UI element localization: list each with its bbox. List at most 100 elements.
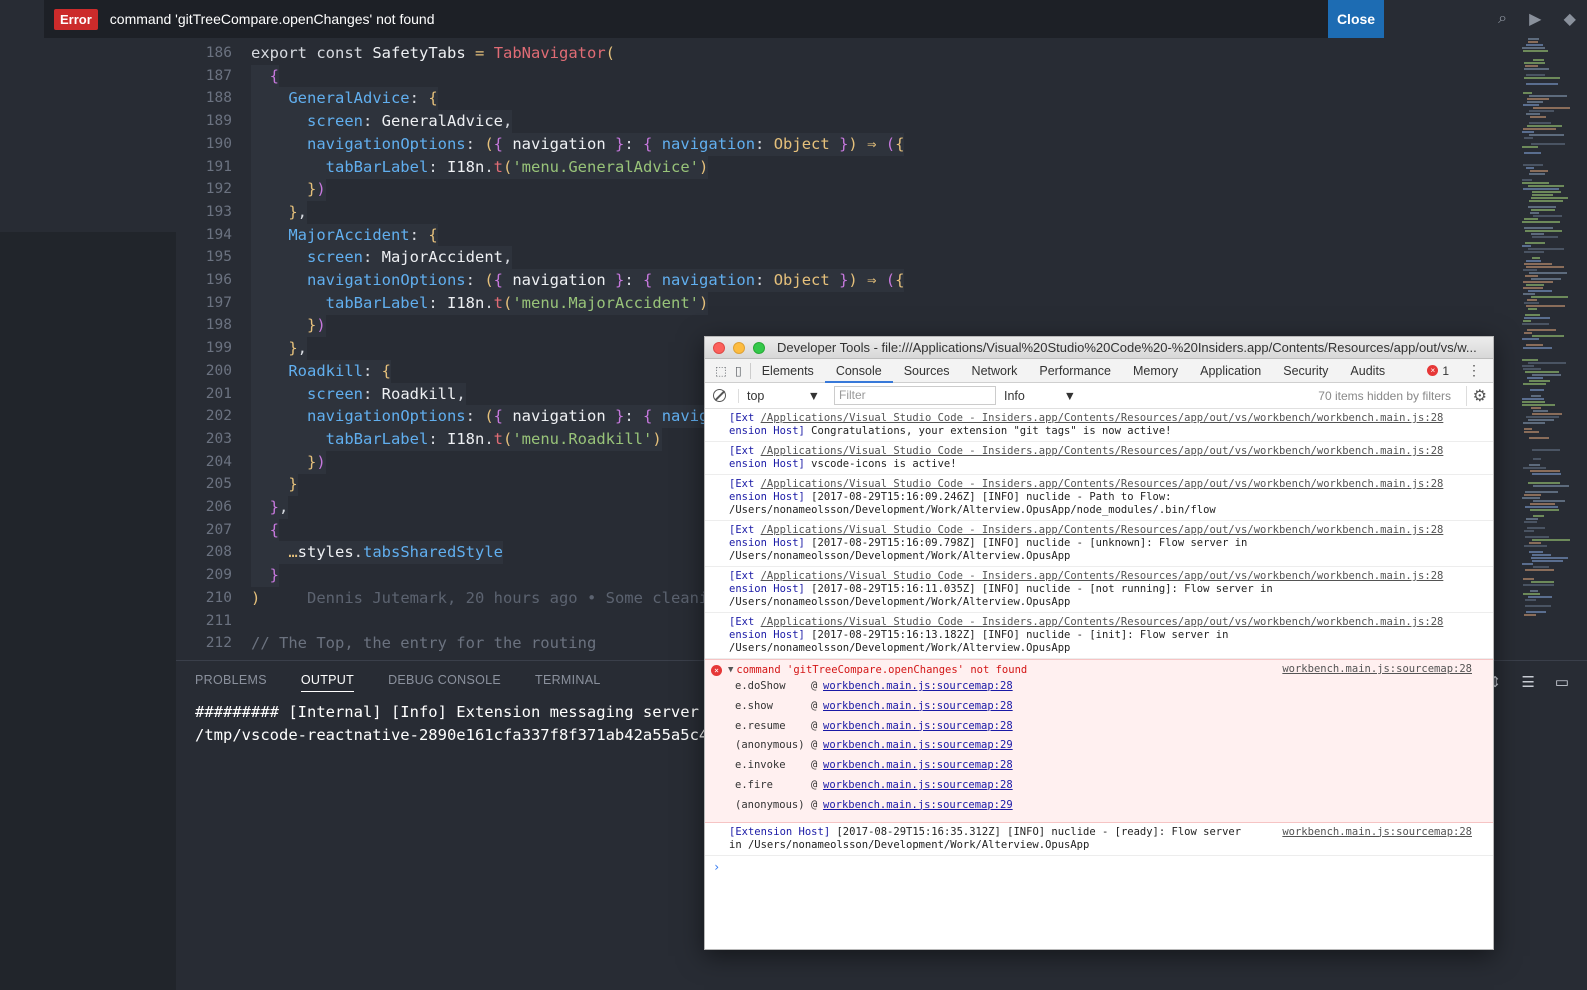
line-number[interactable]: 191 — [176, 156, 232, 179]
code-line: 192 }) — [176, 178, 1516, 202]
maximize-panel-icon[interactable]: ▭ — [1555, 673, 1569, 691]
line-number[interactable]: 197 — [176, 292, 232, 315]
tab-elements[interactable]: Elements — [751, 359, 825, 383]
line-number[interactable]: 204 — [176, 451, 232, 474]
window-maximize-icon[interactable] — [753, 341, 765, 354]
log-level-selector[interactable]: Info ▼ — [1004, 389, 1076, 403]
window-minimize-icon[interactable] — [733, 341, 745, 354]
source-link[interactable]: /Applications/Visual Studio Code - Insid… — [761, 478, 1444, 490]
search-preview-icon[interactable]: ⌕ — [1498, 10, 1507, 28]
line-number[interactable]: 196 — [176, 269, 232, 292]
close-button[interactable]: Close — [1328, 0, 1384, 38]
frame-link[interactable]: workbench.main.js:sourcemap:28 — [823, 776, 1013, 796]
filter-input[interactable]: Filter — [834, 386, 996, 405]
frame-link[interactable]: workbench.main.js:sourcemap:29 — [823, 796, 1013, 816]
source-link[interactable]: /Applications/Visual Studio Code - Insid… — [761, 524, 1444, 536]
line-number[interactable]: 194 — [176, 224, 232, 247]
minimap-line — [1529, 200, 1563, 202]
tab-debug-console[interactable]: DEBUG CONSOLE — [388, 673, 501, 692]
source-link[interactable]: /Applications/Visual Studio Code - Insid… — [761, 445, 1444, 457]
error-counter[interactable]: × 1 — [1427, 364, 1449, 378]
tab-performance[interactable]: Performance — [1028, 359, 1122, 383]
code-text: } — [251, 564, 280, 588]
line-number[interactable]: 195 — [176, 246, 232, 269]
frame-link[interactable]: workbench.main.js:sourcemap:29 — [823, 736, 1013, 756]
minimap[interactable] — [1518, 38, 1587, 623]
message-text: /Users/nonameolsson/Development/Work/Alt… — [729, 642, 1071, 654]
frame-at: @ — [811, 759, 818, 772]
inspect-element-icon[interactable]: ⬚ — [715, 363, 727, 378]
error-badge: Error — [54, 8, 98, 30]
frame-at: @ — [811, 680, 818, 692]
line-number[interactable]: 198 — [176, 314, 232, 337]
line-number[interactable]: 212 — [176, 632, 232, 655]
line-number[interactable]: 192 — [176, 178, 232, 201]
line-number[interactable]: 187 — [176, 65, 232, 88]
tab-problems[interactable]: PROBLEMS — [195, 673, 267, 692]
minimap-line — [1523, 287, 1543, 289]
gear-icon[interactable]: ⚙ — [1465, 385, 1487, 406]
frame-link[interactable]: workbench.main.js:sourcemap:28 — [823, 717, 1013, 737]
minimap-line — [1533, 515, 1544, 517]
window-close-icon[interactable] — [713, 341, 725, 354]
line-number[interactable]: 206 — [176, 496, 232, 519]
line-number[interactable]: 203 — [176, 428, 232, 451]
line-number[interactable]: 193 — [176, 201, 232, 224]
line-number[interactable]: 210 — [176, 587, 232, 610]
tab-output[interactable]: OUTPUT — [300, 673, 355, 692]
console-prompt[interactable]: › — [705, 860, 1493, 874]
message-text: [2017-08-29T15:16:35.312Z] [INFO] nuclid… — [830, 825, 1242, 838]
line-number[interactable]: 202 — [176, 405, 232, 428]
code-line: 190 navigationOptions: ({ navigation }: … — [176, 132, 1516, 156]
line-number[interactable]: 201 — [176, 383, 232, 406]
run-icon[interactable]: ▶ — [1529, 9, 1541, 29]
frame-function: e.resume — [735, 719, 786, 732]
minimap-line — [1528, 185, 1564, 187]
minimap-line — [1526, 113, 1540, 115]
clear-console-icon[interactable] — [713, 389, 726, 402]
line-number[interactable]: 188 — [176, 87, 232, 110]
tab-audits[interactable]: Audits — [1339, 359, 1396, 383]
line-number[interactable]: 200 — [176, 360, 232, 383]
tab-network[interactable]: Network — [961, 359, 1029, 383]
source-link[interactable]: workbench.main.js:sourcemap:28 — [1282, 663, 1472, 675]
tab-console[interactable]: Console — [824, 359, 893, 383]
source-link[interactable]: /Applications/Visual Studio Code - Insid… — [761, 412, 1444, 424]
device-toolbar-icon[interactable]: ▯ — [735, 363, 742, 378]
source-link[interactable]: /Applications/Visual Studio Code - Insid… — [761, 570, 1444, 582]
line-number[interactable]: 205 — [176, 473, 232, 496]
minimap-line — [1528, 41, 1538, 43]
line-number[interactable]: 199 — [176, 337, 232, 360]
minimap-line — [1525, 230, 1562, 232]
source-link[interactable]: workbench.main.js:sourcemap:28 — [1282, 825, 1472, 839]
code-line: 186 export const SafetyTabs = TabNavigato… — [176, 42, 1516, 65]
expand-triangle-icon[interactable]: ▼ — [728, 663, 733, 677]
line-number[interactable]: 208 — [176, 541, 232, 564]
line-number[interactable]: 186 — [176, 42, 232, 65]
context-selector[interactable]: top ▼ — [738, 388, 820, 403]
frame-link[interactable]: workbench.main.js:sourcemap:28 — [823, 697, 1013, 717]
more-options-icon[interactable]: ⋮ — [1467, 362, 1481, 379]
tab-security[interactable]: Security — [1272, 359, 1339, 383]
tab-sources[interactable]: Sources — [893, 359, 961, 383]
previous-change-icon[interactable]: ◆ — [1564, 9, 1576, 29]
tab-memory[interactable]: Memory — [1122, 359, 1189, 383]
minimap-line — [1532, 191, 1561, 193]
line-number[interactable]: 190 — [176, 133, 232, 156]
line-number[interactable]: 207 — [176, 519, 232, 542]
error-notification: Error command 'gitTreeCompare.openChange… — [44, 0, 1384, 38]
code-text: navigationOptions: ({ navigation }: { na… — [251, 405, 718, 429]
line-number[interactable]: 189 — [176, 110, 232, 133]
clear-output-icon[interactable]: ☰ — [1521, 673, 1534, 691]
line-number[interactable]: 209 — [176, 564, 232, 587]
minimap-line — [1529, 464, 1540, 466]
tab-application[interactable]: Application — [1189, 359, 1272, 383]
tab-terminal[interactable]: TERMINAL — [535, 673, 601, 692]
source-link[interactable]: /Applications/Visual Studio Code - Insid… — [761, 616, 1444, 628]
minimap-line — [1532, 257, 1540, 259]
line-number[interactable]: 211 — [176, 610, 232, 633]
frame-link[interactable]: workbench.main.js:sourcemap:28 — [823, 677, 1013, 697]
frame-link[interactable]: workbench.main.js:sourcemap:28 — [823, 756, 1013, 776]
code-text: MajorAccident: { — [251, 223, 438, 247]
minimap-line — [1524, 431, 1539, 433]
